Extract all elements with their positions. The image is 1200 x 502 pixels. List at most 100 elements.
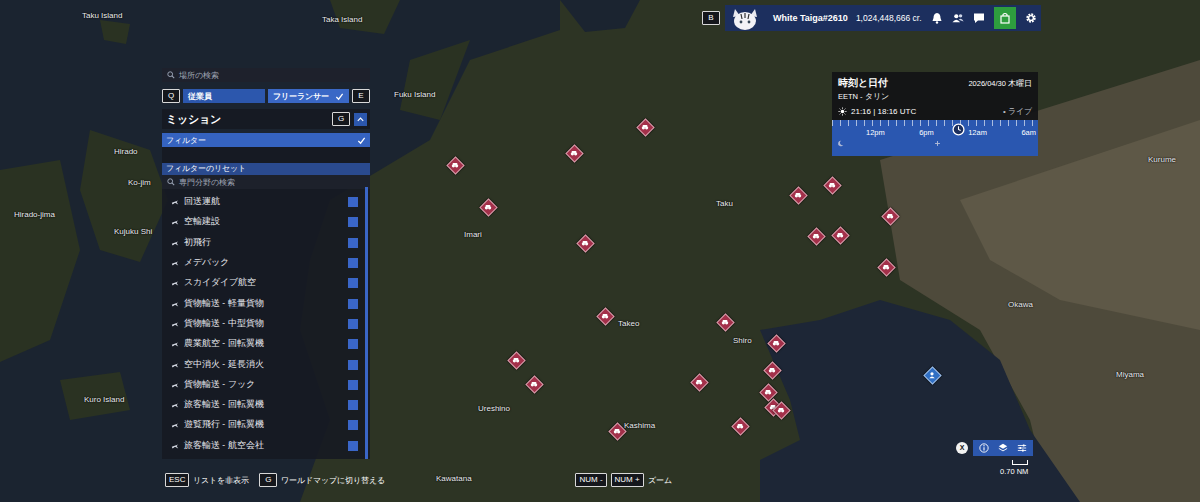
mission-pin[interactable] [638,120,652,134]
key-hint: X [956,442,968,454]
slider-handle[interactable] [952,123,965,136]
mission-pin[interactable] [825,178,839,192]
shop-button[interactable] [994,7,1016,29]
reset-filters-button[interactable]: フィルターのリセット [162,163,370,175]
roster-tab[interactable]: フリーランサー [268,89,350,103]
checkbox[interactable] [348,258,358,268]
filter-item[interactable]: 農業航空 - 回転翼機 [162,334,370,354]
mission-pin[interactable] [567,146,581,160]
roster-tabs: Q 従業員 フリーランサー E [162,89,370,103]
current-time: 21:16 | 18:16 UTC [851,107,916,116]
binoculars-icon [601,312,609,320]
mission-pin[interactable] [578,236,592,250]
mission-pin[interactable] [883,209,897,223]
filter-item[interactable]: メデバック [162,253,370,273]
mission-pin[interactable] [718,315,732,329]
checkbox[interactable] [348,217,358,227]
mission-pin[interactable] [509,353,523,367]
time-slider[interactable]: 12pm6pm12am6am [832,120,1038,156]
missions-header[interactable]: ミッション G [162,109,370,129]
binoculars-icon [772,339,780,347]
filter-item[interactable]: 貨物輸送 - フック [162,375,370,395]
mission-pin[interactable] [761,385,775,399]
moon-icon[interactable] [837,140,844,147]
place-label: Fuku Island [394,90,435,99]
cat-avatar-icon[interactable] [725,5,765,31]
mission-pin[interactable] [448,158,462,172]
key-hint-group[interactable]: NUM -NUM + ズーム [575,473,671,487]
roster-tab[interactable]: 従業員 [183,89,265,103]
plus-icon[interactable] [934,140,941,147]
checkbox[interactable] [348,360,358,370]
key-hint: NUM + [611,473,644,487]
mission-pin[interactable] [610,424,624,438]
gear-icon[interactable] [1025,12,1037,24]
chevron-up-icon [356,115,365,124]
sun-icon [838,107,847,116]
place-label: Hirado [114,147,138,156]
mission-pin[interactable] [765,363,779,377]
filter-list: 回送運航 空輸建設 初飛行 メデバック スカイダイブ航空 貨物輸送 - 軽量貨物… [162,189,370,456]
mission-pin[interactable] [774,403,788,417]
shopping-bag-icon [999,12,1011,24]
sliders-icon[interactable] [1017,443,1027,453]
filter-item[interactable]: 初飛行 [162,233,370,253]
mission-pin[interactable] [925,368,939,382]
checkbox[interactable] [348,339,358,349]
place-label: Taku [716,199,733,208]
layers-icon[interactable] [998,443,1008,453]
key-hint-group[interactable]: G ワールドマップに切り替える [259,473,385,487]
filter-toggle[interactable]: フィルター [162,133,370,147]
mission-pin[interactable] [481,200,495,214]
mission-pin[interactable] [809,229,823,243]
filter-item[interactable]: 遊覧飛行 - 回転翼機 [162,415,370,435]
filter-item[interactable]: 空中消火 - 延長消火 [162,354,370,374]
place-label: Kawatana [436,474,472,483]
checkbox[interactable] [348,197,358,207]
mission-pin[interactable] [598,309,612,323]
mission-pin[interactable] [879,260,893,274]
collapse-button[interactable] [354,113,367,126]
mission-pin[interactable] [769,336,783,350]
key-hint-group[interactable]: ESC リストを非表示 [165,473,249,487]
filter-item[interactable]: 空輸建設 [162,212,370,232]
friends-icon[interactable] [952,12,964,24]
filter-item[interactable]: 旅客輸送 - 航空会社 [162,436,370,456]
tick-label: 12pm [866,128,885,137]
filter-item[interactable]: 貨物輸送 - 中型貨物 [162,314,370,334]
mission-pin[interactable] [833,228,847,242]
checkbox[interactable] [348,238,358,248]
place-search[interactable]: 場所の検索 [162,68,370,82]
mission-pin[interactable] [733,419,747,433]
world-map-screen: Taku IslandTaka IslandFuku IslandHiradoK… [0,0,1200,502]
chat-icon[interactable] [973,12,985,24]
pilot-icon [928,371,936,379]
mission-pin[interactable] [791,188,805,202]
tick-label: 6pm [919,128,934,137]
mission-list-panel: 場所の検索 Q 従業員 フリーランサー E ミッション G フィルター フィルタ… [162,68,370,459]
checkbox[interactable] [348,441,358,451]
clock-icon [952,123,965,136]
mission-pin[interactable] [692,375,706,389]
checkbox[interactable] [348,319,358,329]
filter-item[interactable]: スカイダイブ航空 [162,273,370,293]
checkbox[interactable] [348,278,358,288]
filter-item[interactable]: 回送運航 [162,192,370,212]
mission-pin[interactable] [527,377,541,391]
place-label: Hirado-jima [14,210,55,219]
scrollbar[interactable] [365,187,368,459]
place-label: Kujuku Shi [114,227,152,236]
live-button[interactable]: • ライブ [1003,106,1032,117]
info-icon[interactable] [979,443,989,453]
checkbox[interactable] [348,400,358,410]
checkbox[interactable] [348,380,358,390]
binoculars-icon [882,263,890,271]
place-label: Kashima [624,421,655,430]
bell-icon[interactable] [931,12,943,24]
filter-item[interactable]: 貨物輸送 - 軽量貨物 [162,293,370,313]
specialty-search[interactable]: 専門分野の検索 [162,175,370,189]
binoculars-icon [484,203,492,211]
filter-item[interactable]: 旅客輸送 - 回転翼機 [162,395,370,415]
checkbox[interactable] [348,299,358,309]
checkbox[interactable] [348,420,358,430]
